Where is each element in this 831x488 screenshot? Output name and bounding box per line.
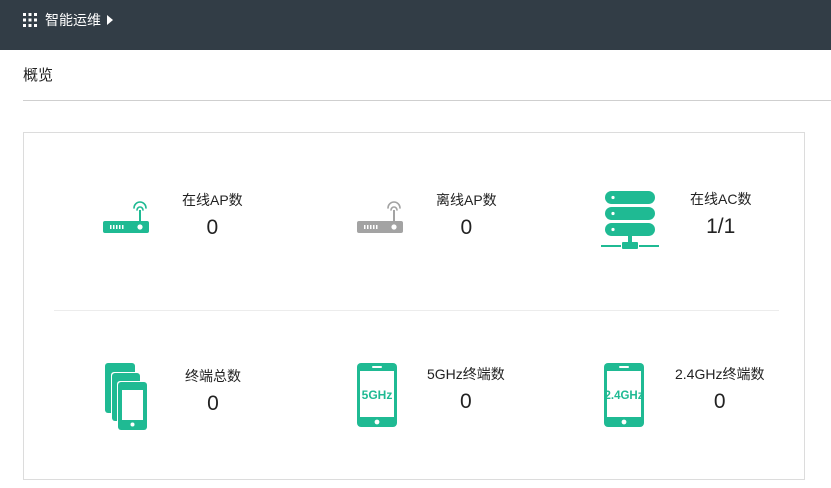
overview-panel: 在线AP数 0 离线AP数 0 在线AC数 1/1 终端总数 0 5GHz 5G… [23,132,805,480]
title-divider [23,100,831,101]
row-divider [54,310,779,311]
app-menu-label: 智能运维 [45,12,101,28]
24ghz-badge: 2.4GHz [605,390,644,402]
router-offline-icon [357,201,403,233]
online-ac-value: 1/1 [706,215,736,238]
online-ap-value: 0 [206,216,219,239]
offline-ap-label: 离线AP数 [436,192,497,208]
caret-right-icon [107,15,113,25]
app-grid-icon [23,13,37,27]
5ghz-terminals-value: 0 [460,390,472,413]
online-ac-label: 在线AC数 [690,191,752,207]
top-bar: 智能运维 [0,0,831,50]
page-title: 概览 [23,67,54,84]
24ghz-terminals-label: 2.4GHz终端数 [675,366,765,382]
stat-offline-ap: 离线AP数 0 [356,191,497,241]
online-ap-label: 在线AP数 [182,192,243,208]
total-terminals-label: 终端总数 [185,368,241,384]
stat-online-ac: 在线AC数 1/1 [601,191,751,251]
phone-5ghz-icon: 5GHz [357,363,397,427]
5ghz-badge: 5GHz [362,388,393,402]
server-stack-icon [601,191,659,249]
stat-24ghz-terminals: 2.4GHz 2.4GHz终端数 0 [604,363,764,427]
devices-stack-icon [105,363,148,431]
5ghz-terminals-label: 5GHz终端数 [427,366,505,382]
router-online-icon [103,201,149,233]
24ghz-terminals-value: 0 [713,390,726,413]
stat-online-ap: 在线AP数 0 [102,191,243,241]
stat-total-terminals: 终端总数 0 [103,363,241,431]
stat-5ghz-terminals: 5GHz 5GHz终端数 0 [357,363,505,427]
app-menu-button[interactable]: 智能运维 [23,11,113,29]
offline-ap-value: 0 [460,216,473,239]
phone-24ghz-icon: 2.4GHz [604,363,644,427]
total-terminals-value: 0 [207,392,219,415]
